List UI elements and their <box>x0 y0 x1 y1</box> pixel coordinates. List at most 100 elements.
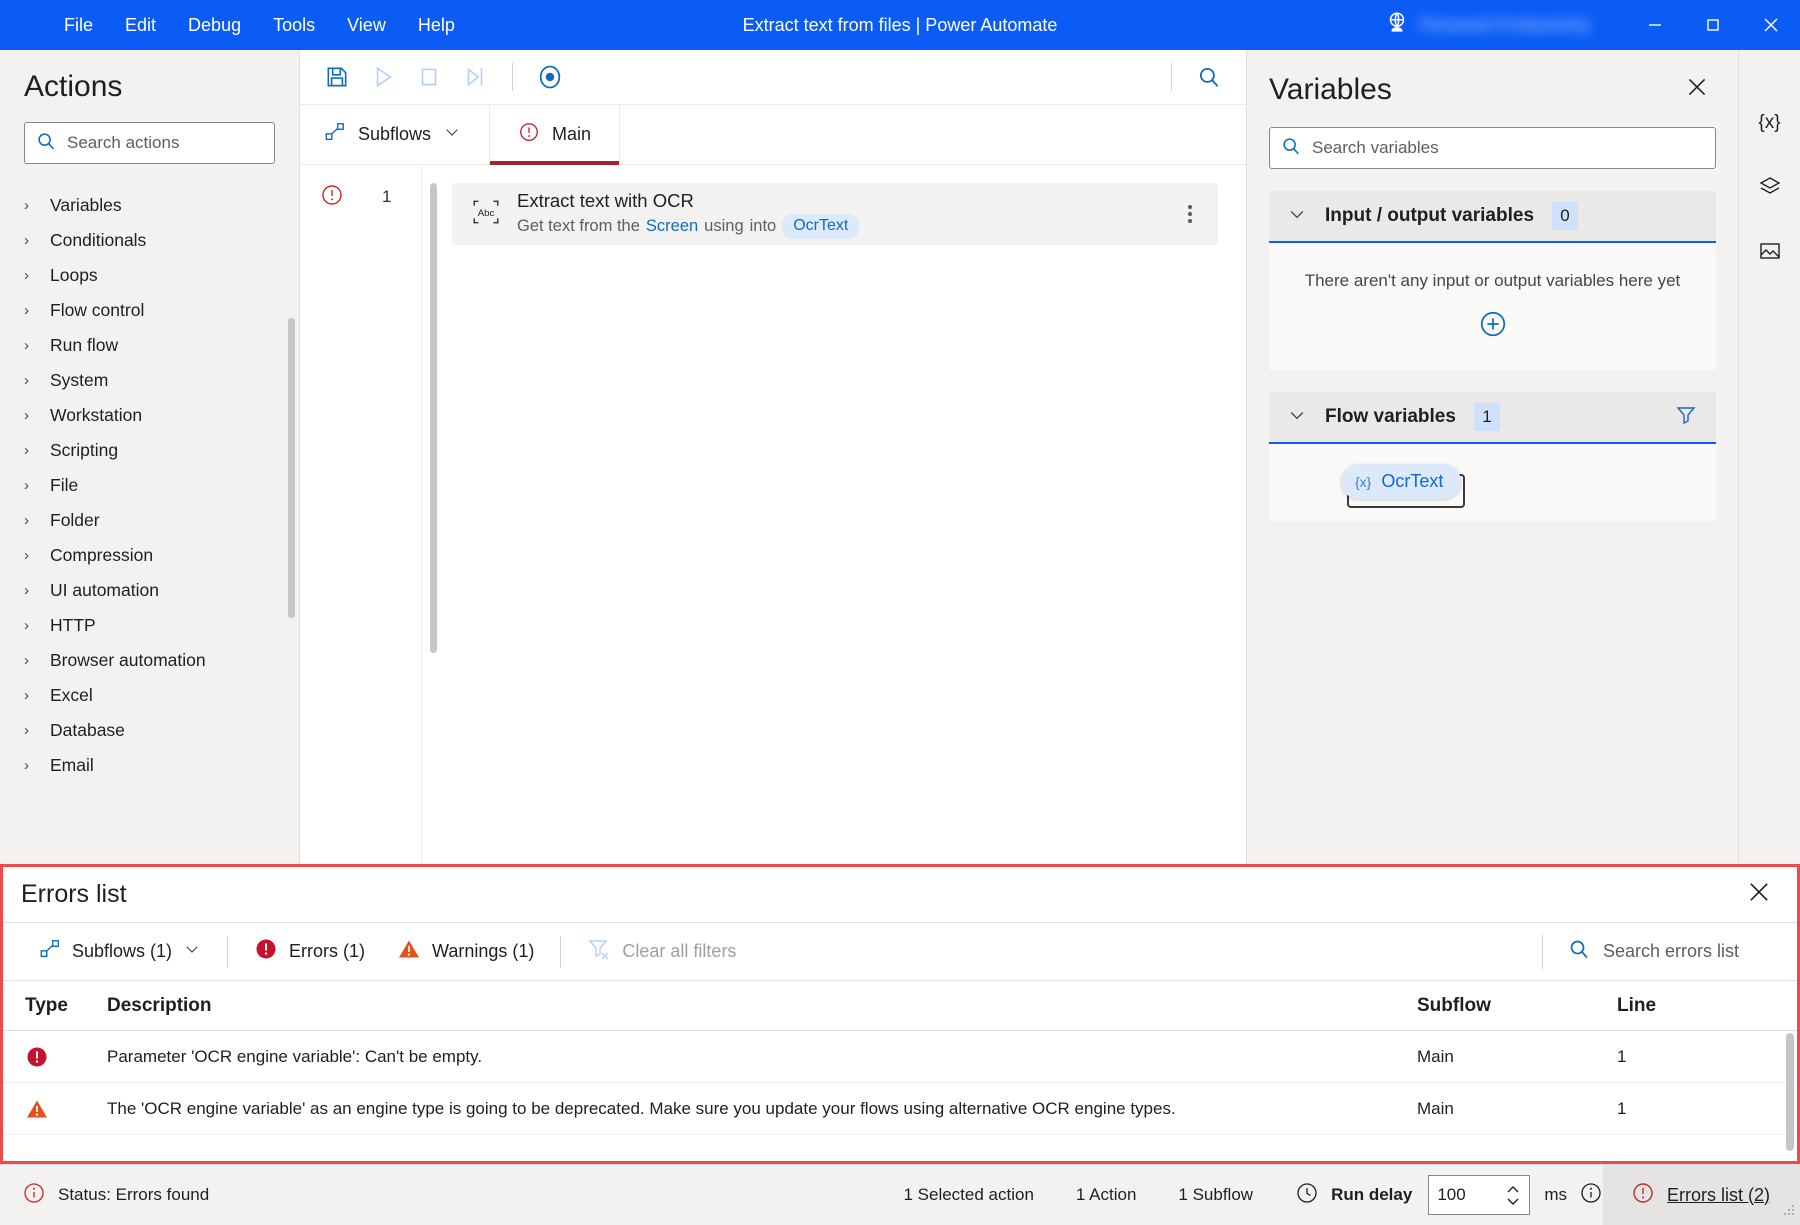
error-circle-filled-icon <box>254 937 278 966</box>
chevron-up-icon <box>1505 1185 1521 1194</box>
menu-edit[interactable]: Edit <box>109 9 172 42</box>
sidebar-item-ui-automation[interactable]: ›UI automation <box>0 573 299 608</box>
input-output-variables-count: 0 <box>1552 202 1578 230</box>
sidebar-item-conditionals[interactable]: › Conditionals <box>0 223 299 258</box>
sidebar-item-email[interactable]: ›Email <box>0 748 299 783</box>
resize-grip-icon[interactable] <box>1782 1203 1796 1222</box>
sidebar-item-label: Database <box>50 720 125 741</box>
menu-tools[interactable]: Tools <box>257 9 331 42</box>
sidebar-item-label: Conditionals <box>50 230 146 251</box>
run-delay-stepper[interactable]: 100 <box>1428 1175 1530 1215</box>
chevron-right-icon: › <box>24 232 36 249</box>
maximize-button[interactable] <box>1684 0 1742 50</box>
account-indicator[interactable]: Personal Productivity <box>1384 10 1590 41</box>
selected-actions-count: 1 Selected action <box>903 1185 1033 1205</box>
tabs-filler <box>620 105 1246 164</box>
stop-button[interactable] <box>408 57 450 97</box>
errors-table-scrollbar[interactable] <box>1786 1033 1794 1151</box>
menu-file[interactable]: File <box>48 9 109 42</box>
sidebar-item-database[interactable]: ›Database <box>0 713 299 748</box>
chevron-right-icon: › <box>24 757 36 774</box>
search-errors-list-input[interactable]: Search errors list <box>1542 935 1763 969</box>
chevron-down-icon[interactable] <box>1287 405 1307 430</box>
sidebar-item-loops[interactable]: ›Loops <box>0 258 299 293</box>
clear-all-filters-button[interactable]: Clear all filters <box>571 929 752 974</box>
stepper-arrows[interactable] <box>1505 1185 1521 1206</box>
errors-subflows-filter[interactable]: Subflows (1) <box>23 930 217 973</box>
menu-view[interactable]: View <box>331 9 402 42</box>
menu-help[interactable]: Help <box>402 9 471 42</box>
sidebar-item-system[interactable]: ›System <box>0 363 299 398</box>
input-output-variables-header[interactable]: Input / output variables 0 <box>1269 191 1716 243</box>
record-button[interactable] <box>529 57 571 97</box>
warnings-filter-button[interactable]: Warnings (1) <box>381 929 550 974</box>
sidebar-item-browser-automation[interactable]: ›Browser automation <box>0 643 299 678</box>
run-button[interactable] <box>362 57 404 97</box>
run-next-action-button[interactable] <box>454 57 496 97</box>
sidebar-item-http[interactable]: ›HTTP <box>0 608 299 643</box>
variables-rail-icon[interactable]: {x} <box>1750 106 1790 140</box>
sidebar-item-scripting[interactable]: ›Scripting <box>0 433 299 468</box>
info-circle-icon <box>22 1181 46 1210</box>
errors-list-header: Errors list <box>3 867 1797 923</box>
info-circle-icon[interactable] <box>1579 1181 1603 1210</box>
sidebar-item-variables[interactable]: ›Variables <box>0 188 299 223</box>
sidebar-item-label: UI automation <box>50 580 159 601</box>
close-variables-panel-button[interactable] <box>1678 68 1716 111</box>
ui-elements-rail-icon[interactable] <box>1750 170 1790 204</box>
canvas-scrollbar[interactable] <box>430 183 437 653</box>
plus-circle-icon[interactable] <box>1478 309 1508 344</box>
menu-bar: File Edit Debug Tools View Help <box>48 9 471 42</box>
variable-chip-ocrtext[interactable]: {x} OcrText <box>1341 464 1461 499</box>
flow-toolbar <box>300 50 1246 105</box>
actions-panel-title: Actions <box>0 50 299 118</box>
images-rail-icon[interactable] <box>1750 234 1790 268</box>
funnel-icon[interactable] <box>1674 403 1698 432</box>
sidebar-item-file[interactable]: ›File <box>0 468 299 503</box>
errors-list-status-button[interactable]: Errors list (2) <box>1603 1165 1800 1225</box>
table-row[interactable]: Parameter 'OCR engine variable': Can't b… <box>3 1031 1797 1083</box>
action-desc-into: into <box>750 216 777 237</box>
sidebar-item-label: HTTP <box>50 615 96 636</box>
table-row[interactable]: The 'OCR engine variable' as an engine t… <box>3 1083 1797 1135</box>
chevron-down-icon <box>183 940 201 963</box>
actions-scrollbar[interactable] <box>288 318 295 618</box>
errors-filter-button[interactable]: Errors (1) <box>238 929 381 974</box>
error-description: The 'OCR engine variable' as an engine t… <box>107 1099 1417 1119</box>
flow-variables-header[interactable]: Flow variables 1 <box>1269 392 1716 444</box>
search-actions-input[interactable]: Search actions <box>24 122 275 164</box>
action-card-extract-text-with-ocr[interactable]: Abc Extract text with OCR Get text from … <box>452 183 1218 245</box>
search-icon <box>1280 135 1302 162</box>
sidebar-item-compression[interactable]: ›Compression <box>0 538 299 573</box>
sidebar-item-folder[interactable]: ›Folder <box>0 503 299 538</box>
action-output-variable-chip[interactable]: OcrText <box>782 214 859 239</box>
sidebar-item-workstation[interactable]: ›Workstation <box>0 398 299 433</box>
tab-main-label: Main <box>552 124 591 145</box>
variables-rail-glyph: {x} <box>1758 112 1780 134</box>
save-button[interactable] <box>316 57 358 97</box>
search-flow-button[interactable] <box>1188 57 1230 97</box>
minimize-button[interactable] <box>1626 0 1684 50</box>
chevron-right-icon: › <box>24 547 36 564</box>
run-delay-value[interactable]: 100 <box>1437 1185 1505 1205</box>
errors-table: Type Description Subflow Line Parameter … <box>3 981 1797 1161</box>
sidebar-item-run-flow[interactable]: ›Run flow <box>0 328 299 363</box>
error-line: 1 <box>1617 1099 1797 1119</box>
tab-subflows[interactable]: Subflows <box>300 105 490 164</box>
flow-variable-item[interactable]: {x} OcrText <box>1341 464 1461 499</box>
tab-main[interactable]: Main <box>490 105 620 164</box>
sidebar-item-label: Excel <box>50 685 93 706</box>
sidebar-item-flow-control[interactable]: ›Flow control <box>0 293 299 328</box>
sidebar-item-excel[interactable]: ›Excel <box>0 678 299 713</box>
chevron-down-icon[interactable] <box>1287 204 1307 229</box>
close-errors-list-button[interactable] <box>1739 872 1779 917</box>
action-desc-source: Screen <box>646 216 698 237</box>
input-output-variables-section: Input / output variables 0 There aren't … <box>1269 191 1716 370</box>
toolbar-divider <box>512 63 513 91</box>
kebab-menu-icon[interactable] <box>1177 199 1203 229</box>
search-icon <box>35 130 57 157</box>
close-button[interactable] <box>1742 0 1800 50</box>
menu-debug[interactable]: Debug <box>172 9 257 42</box>
flow-variables-title: Flow variables <box>1325 406 1456 428</box>
search-variables-input[interactable]: Search variables <box>1269 127 1716 169</box>
